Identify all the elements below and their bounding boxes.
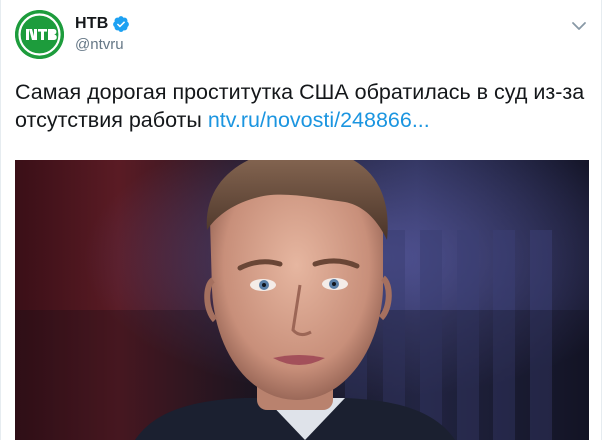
tweet-link[interactable]: ntv.ru/novosti/248866...	[208, 108, 430, 132]
author-info[interactable]: НТВ @ntvru	[75, 13, 130, 53]
tweet-card[interactable]: НТВ @ntvru Самая дорогая проститутка США…	[0, 0, 602, 440]
ntv-logo-icon	[15, 10, 64, 59]
display-name[interactable]: НТВ	[75, 15, 108, 33]
tweet-text: Самая дорогая проститутка США обратилась…	[15, 78, 589, 134]
portrait-photo	[15, 160, 589, 440]
tweet-image[interactable]	[15, 160, 589, 440]
chevron-down-icon[interactable]	[569, 16, 589, 36]
handle[interactable]: @ntvru	[75, 36, 130, 53]
avatar[interactable]	[15, 10, 64, 59]
tweet-header: НТВ @ntvru	[15, 10, 589, 66]
verified-badge-icon	[112, 15, 130, 33]
